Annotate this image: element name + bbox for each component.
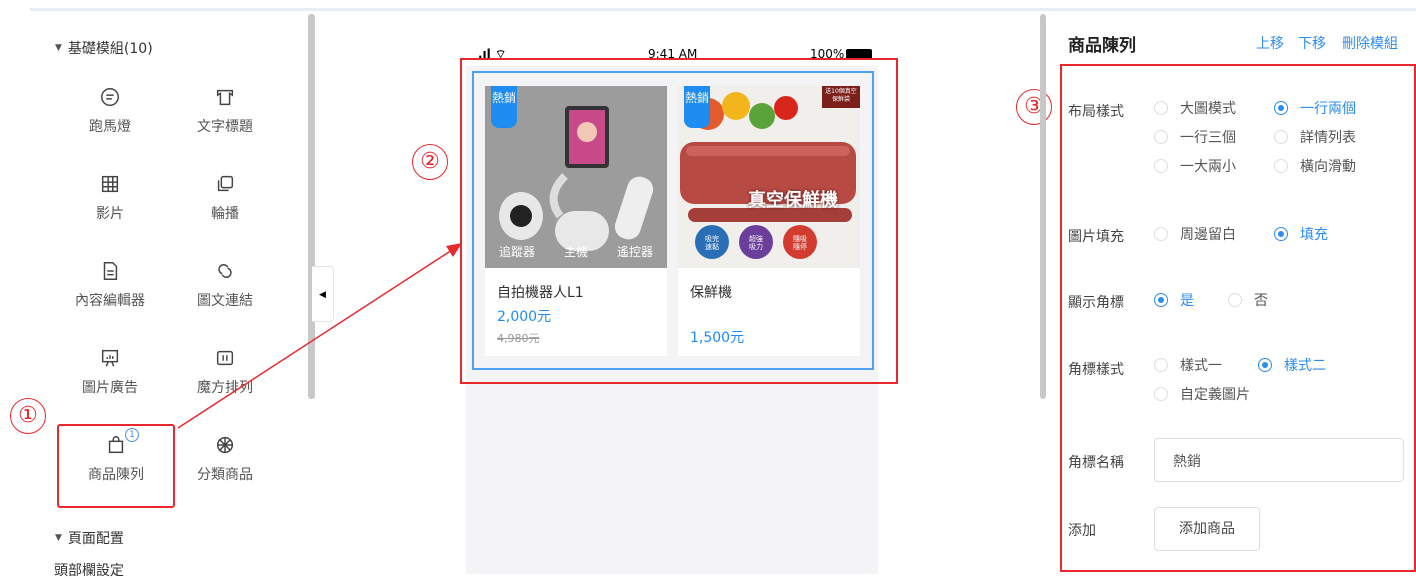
add-product-button[interactable]: 添加商品: [1154, 507, 1260, 551]
image-fill-label: 圖片填充: [1068, 229, 1124, 245]
radio-layout-large[interactable]: 大圖模式: [1154, 98, 1236, 118]
settings-title: 商品陳列: [1068, 36, 1136, 56]
layout-style-label: 布局樣式: [1068, 104, 1124, 120]
radio-corner-style-custom-image[interactable]: 自定義圖片: [1154, 384, 1250, 404]
product-image-headline: 真空保鮮機: [748, 190, 838, 211]
add-label: 添加: [1068, 523, 1096, 539]
product-image-selfie-robot: 熱銷 追蹤器 主機 遙控器: [485, 86, 667, 268]
radio-layout-one-big-two-small[interactable]: 一大兩小: [1154, 156, 1236, 176]
move-down-link[interactable]: 下移: [1298, 33, 1326, 53]
radio-layout-three-per-row[interactable]: 一行三個: [1154, 127, 1236, 147]
radio-corner-no[interactable]: 否: [1228, 290, 1268, 310]
product-price: 1,500元: [690, 330, 745, 346]
feature-pill: 吸完速黏: [705, 235, 719, 251]
radio-corner-style-2[interactable]: 樣式二: [1258, 355, 1326, 375]
product-price: 2,000元: [497, 309, 552, 325]
product-image-promo: 送10個真空保鮮袋: [825, 88, 857, 103]
hot-sale-tag: 熱銷: [684, 86, 710, 128]
middle-scrollbar[interactable]: [1040, 14, 1046, 399]
delete-module-link[interactable]: 刪除模組: [1342, 33, 1398, 53]
product-image-vacuum-sealer: 熱銷 真空保鮮機 送10個真空保鮮袋 吸完速黏 超強吸力 隨吸隨停: [678, 86, 860, 268]
corner-style-label: 角標樣式: [1068, 362, 1124, 378]
move-up-link[interactable]: 上移: [1256, 33, 1284, 53]
product-name: 保鮮機: [690, 285, 732, 301]
product-name: 自拍機器人L1: [497, 285, 584, 301]
image-caption: 追蹤器: [499, 245, 536, 259]
radio-layout-two-per-row[interactable]: 一行兩個: [1274, 98, 1356, 118]
image-caption: 遙控器: [617, 245, 654, 259]
image-caption: 主機: [564, 245, 589, 259]
product-card-2[interactable]: 熱銷 真空保鮮機 送10個真空保鮮袋 吸完速黏 超強吸力 隨吸隨停 保鮮機 1,…: [678, 86, 860, 356]
corner-name-label: 角標名稱: [1068, 455, 1124, 471]
feature-pill: 隨吸隨停: [793, 235, 807, 251]
radio-corner-yes[interactable]: 是: [1154, 290, 1194, 310]
show-corner-tag-label: 顯示角標: [1068, 295, 1124, 311]
radio-layout-detail-list[interactable]: 詳情列表: [1274, 127, 1356, 147]
product-original-price: 4,980元: [497, 332, 540, 345]
feature-pill: 超強吸力: [749, 235, 763, 251]
product-card-1[interactable]: 熱銷 追蹤器 主機 遙控器 自拍機器人L1 2,000元 4,980元: [485, 86, 667, 356]
radio-fill-padding[interactable]: 周邊留白: [1154, 224, 1236, 244]
hot-sale-tag: 熱銷: [491, 86, 517, 128]
radio-layout-horizontal-scroll[interactable]: 橫向滑動: [1274, 156, 1356, 176]
radio-corner-style-1[interactable]: 樣式一: [1154, 355, 1222, 375]
radio-fill-cover[interactable]: 填充: [1274, 224, 1328, 244]
corner-name-input[interactable]: 熱銷: [1154, 438, 1404, 482]
settings-highlight-box: [1060, 64, 1416, 572]
